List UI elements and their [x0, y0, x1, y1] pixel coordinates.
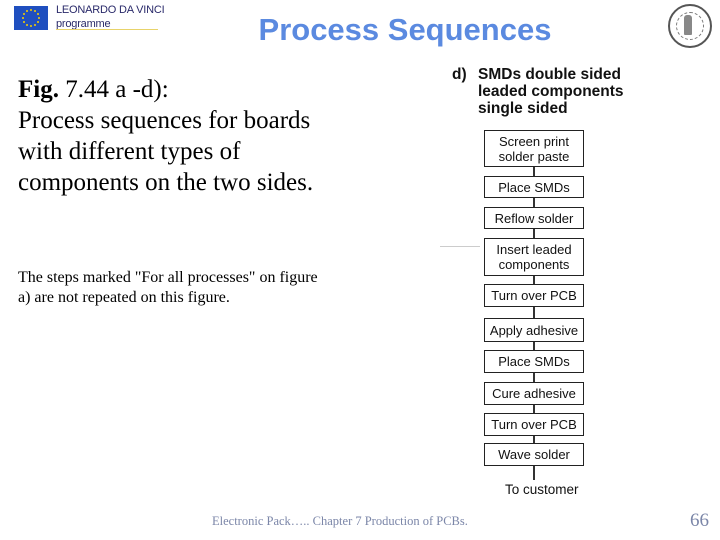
step-label: Place SMDs: [498, 354, 570, 369]
step-label: Turn over PCB: [491, 288, 577, 303]
flow-connector: [533, 466, 535, 480]
process-step: Reflow solder: [484, 207, 584, 229]
flow-connector: [533, 229, 535, 238]
flow-connector: [533, 198, 535, 207]
process-step: Place SMDs: [484, 176, 584, 198]
figure-note: The steps marked "For all processes" on …: [18, 269, 318, 306]
university-seal-icon: [668, 4, 712, 48]
step-label-line2: solder paste: [498, 148, 570, 164]
process-step: Turn over PCB: [484, 284, 584, 307]
flow-connector: [533, 342, 535, 350]
step-label: Wave solder: [498, 447, 570, 462]
step-label: Reflow solder: [494, 210, 574, 226]
process-step: Apply adhesive: [484, 318, 584, 342]
process-step: Insert leaded components: [484, 238, 584, 276]
footer-text: Electronic Pack….. Chapter 7 Production …: [212, 514, 468, 528]
diagram-label: d): [452, 66, 467, 83]
flow-connector: [533, 276, 535, 284]
eu-star: [30, 9, 32, 11]
flow-connector: [533, 307, 535, 318]
process-step: Wave solder: [484, 443, 584, 466]
fig-number: 7.44 a -d):: [58, 76, 169, 103]
heading-line: single sided: [478, 100, 568, 117]
scan-artifact: [440, 246, 480, 247]
flow-connector: [533, 373, 535, 382]
process-step: Place SMDs: [484, 350, 584, 373]
caption-body: Process sequences for boards with differ…: [18, 107, 314, 196]
step-label: Place SMDs: [498, 179, 570, 195]
end-label: To customer: [505, 482, 579, 497]
fig-label: Fig.: [18, 76, 59, 103]
heading-line: SMDs double sided: [478, 66, 621, 83]
step-label: Insert leaded: [496, 242, 572, 257]
process-step: Turn over PCB: [484, 413, 584, 436]
step-label: Cure adhesive: [492, 386, 576, 401]
flow-connector: [533, 436, 535, 443]
flow-connector: [533, 167, 535, 176]
process-step: Screen print solder paste: [484, 130, 584, 167]
step-label: Screen print: [498, 133, 570, 149]
page-title: Process Sequences: [258, 12, 552, 47]
seal-figure: [684, 15, 692, 35]
step-label: Turn over PCB: [491, 417, 577, 432]
process-step: Cure adhesive: [484, 382, 584, 405]
page-number: 66: [690, 510, 709, 531]
step-label-line2: components: [498, 257, 570, 272]
flow-connector: [533, 405, 535, 413]
step-label: Apply adhesive: [489, 322, 579, 338]
figure-caption: Fig. 7.44 a -d): Process sequences for b…: [18, 74, 318, 198]
heading-line: leaded components: [478, 83, 624, 100]
